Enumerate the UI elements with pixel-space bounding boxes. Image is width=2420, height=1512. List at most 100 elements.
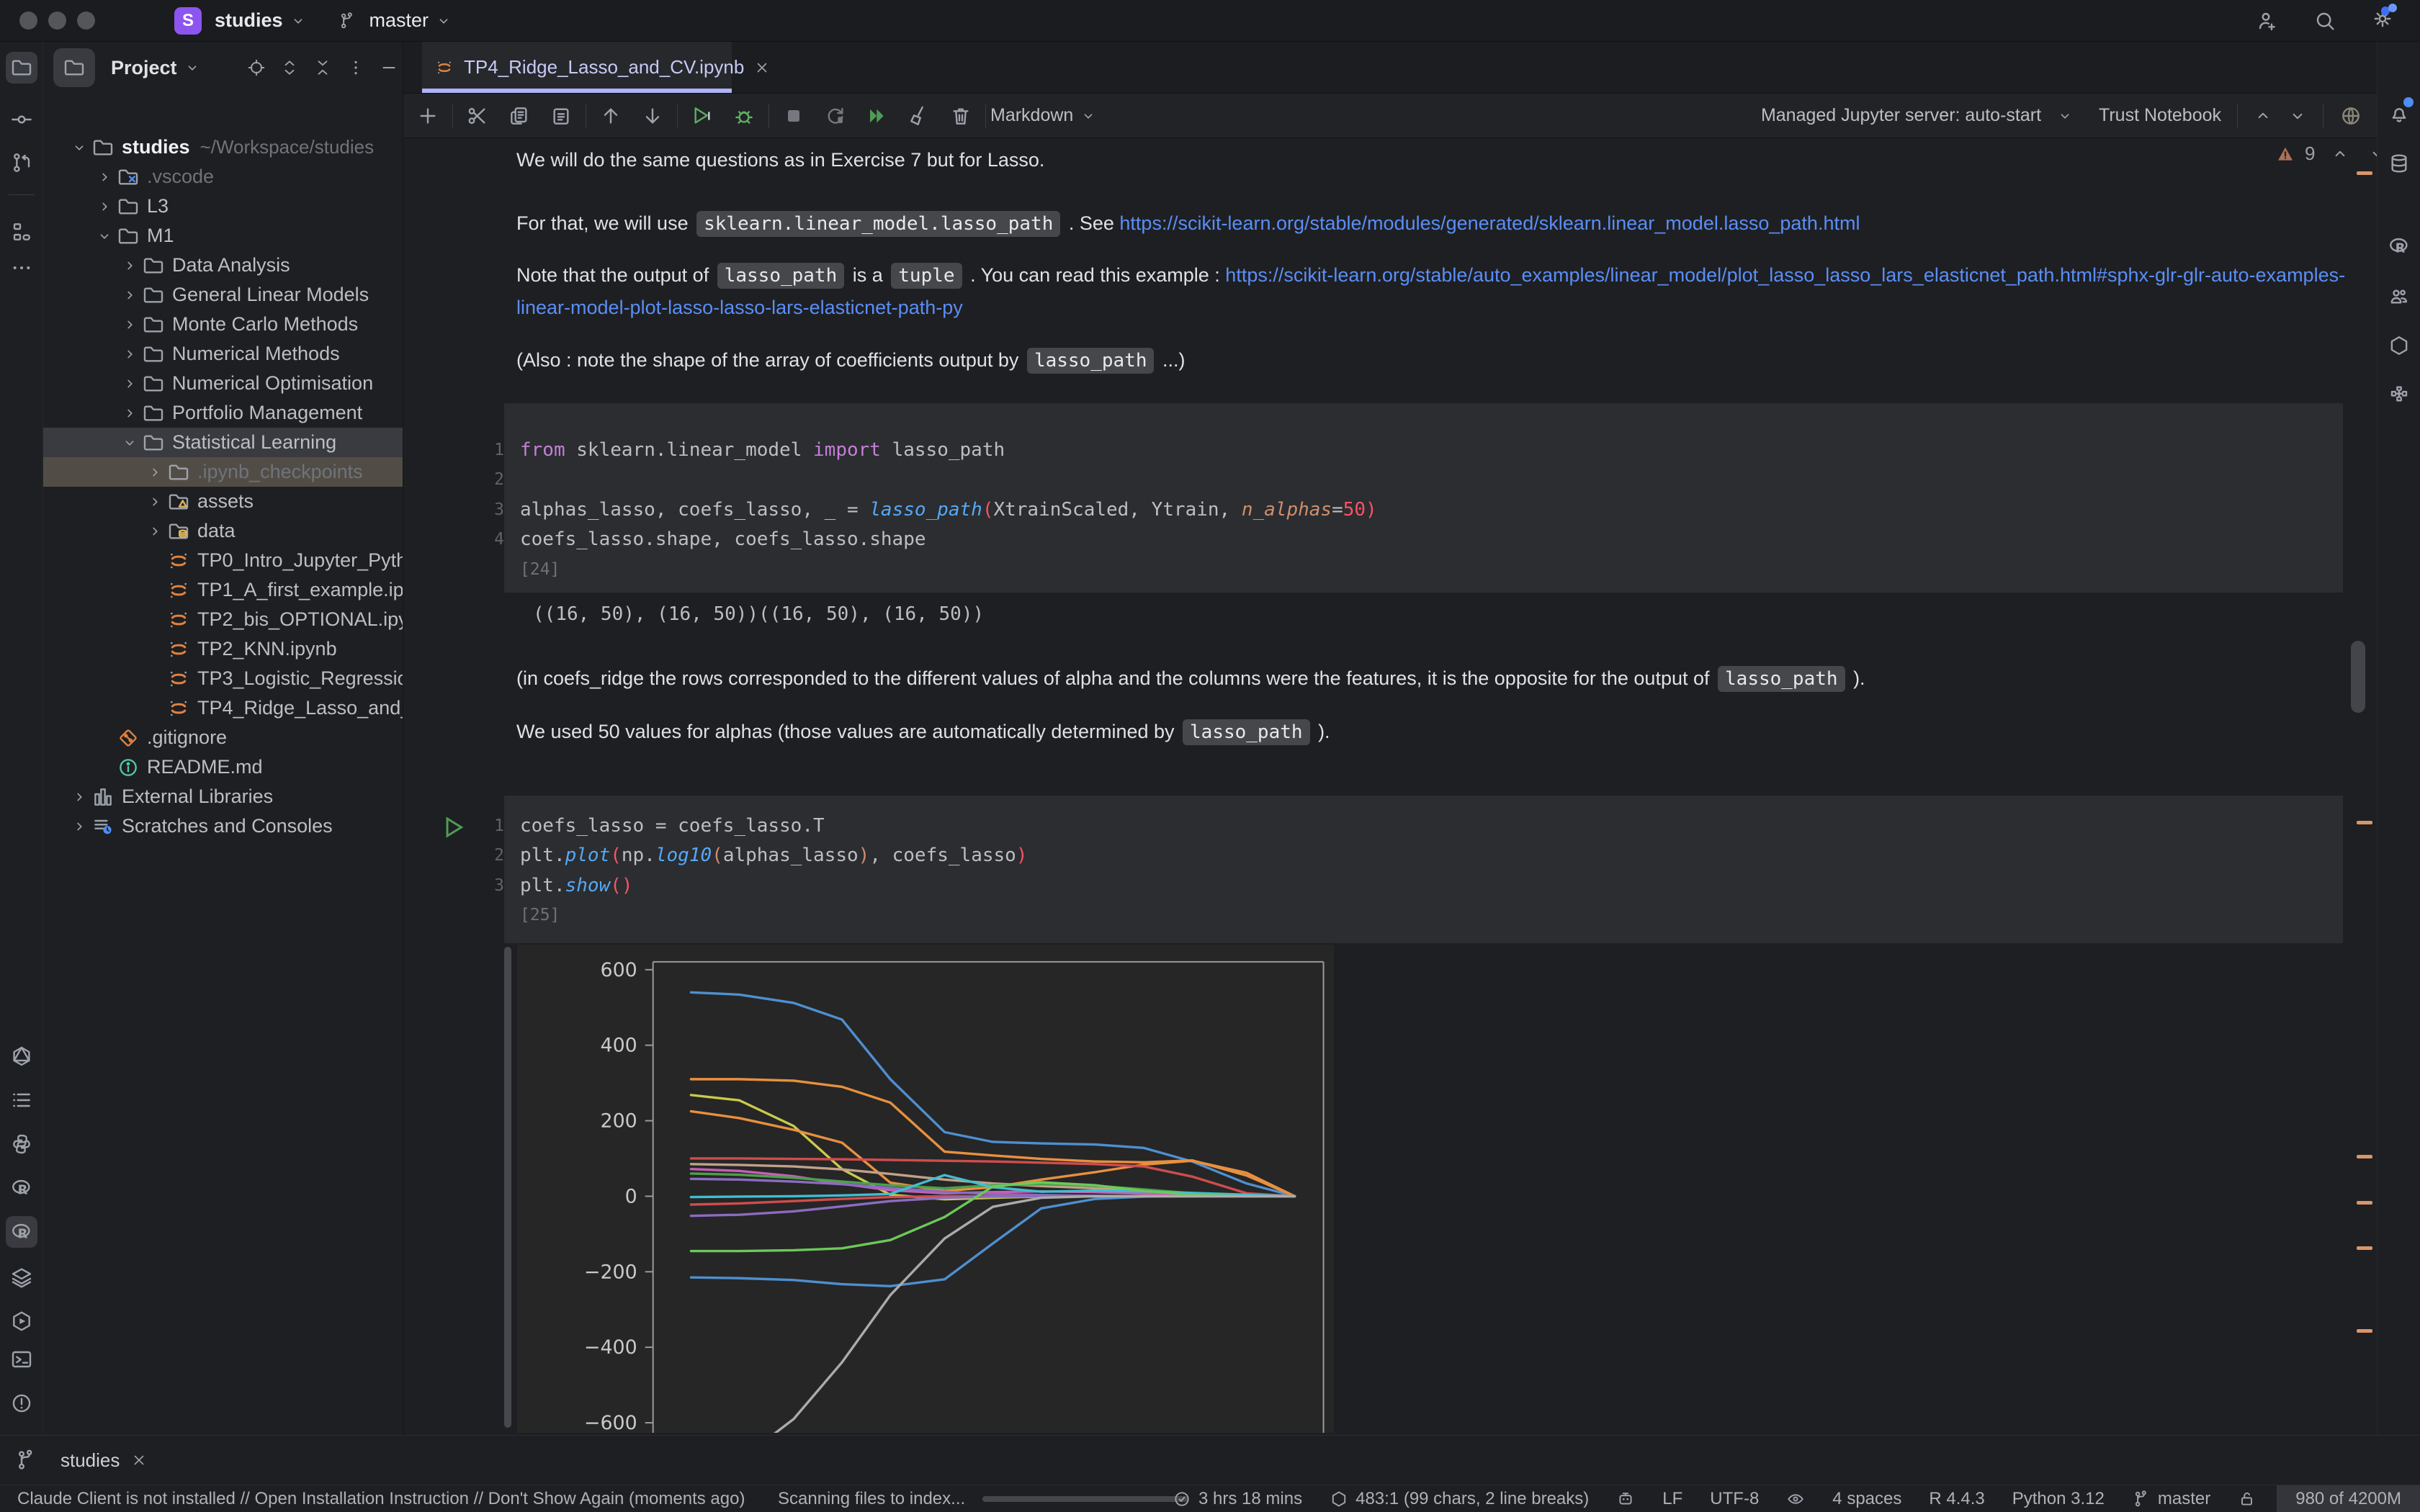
collapse-all-button[interactable]	[313, 58, 332, 77]
tree-item-tp0-intro-jupyter-python-ip[interactable]: TP0_Intro_Jupyter_Python.ip	[43, 546, 403, 575]
status-r-4-4-3[interactable]: R 4.4.3	[1929, 1489, 1984, 1509]
tool-terminal-button[interactable]	[6, 1344, 37, 1375]
debug-cell-button[interactable]	[732, 104, 756, 127]
tree-item-tp1-a-first-example-ipynb[interactable]: TP1_A_first_example.ipynb	[43, 575, 403, 605]
status-483-1-99-chars-2-line-breaks[interactable]: 483:1 (99 chars, 2 line breaks)	[1330, 1489, 1589, 1509]
chevron-right-icon[interactable]	[67, 789, 91, 805]
tool-database-button[interactable]	[2383, 148, 2415, 179]
add-cell-button[interactable]	[416, 104, 439, 127]
delete-cell-button[interactable]	[949, 104, 972, 127]
chevron-right-icon[interactable]	[117, 346, 142, 362]
window-zoom-button[interactable]	[77, 12, 95, 30]
tree-item-vscode[interactable]: .vscode	[43, 162, 403, 192]
tool-todo-button[interactable]	[6, 1084, 37, 1116]
tree-item-m1[interactable]: M1	[43, 221, 403, 251]
chevron-right-icon[interactable]	[143, 523, 167, 539]
cell-type-dropdown[interactable]: Markdown	[990, 105, 1096, 126]
tool-dependencies-button[interactable]	[2383, 379, 2415, 411]
chevron-right-icon[interactable]	[92, 199, 117, 215]
editor-scrollbar-thumb[interactable]	[2351, 641, 2365, 713]
tree-item-portfolio-management[interactable]: Portfolio Management	[43, 398, 403, 428]
warning-stripe-mark[interactable]	[2357, 1246, 2372, 1250]
status-3-hrs-18-mins[interactable]: 3 hrs 18 mins	[1173, 1489, 1302, 1509]
run-cell-gutter-icon[interactable]	[441, 814, 467, 840]
tree-item-scratches-and-consoles[interactable]: Scratches and Consoles	[43, 811, 403, 841]
warning-stripe-mark[interactable]	[2357, 1155, 2372, 1158]
tool-pull-requests-button[interactable]	[6, 147, 37, 179]
project-switcher[interactable]: studies	[215, 9, 283, 32]
tree-item-ipynb-checkpoints[interactable]: .ipynb_checkpoints	[43, 457, 403, 487]
chevron-down-icon[interactable]	[117, 435, 142, 451]
next-cell-button[interactable]	[2288, 107, 2307, 125]
tool-window-tab-studies[interactable]: studies	[60, 1449, 147, 1472]
git-branch-icon[interactable]	[14, 1449, 37, 1472]
notebook-editor[interactable]: We will do the same questions as in Exer…	[403, 138, 2377, 1435]
tree-item-gitignore[interactable]: .gitignore	[43, 723, 403, 752]
status-message[interactable]: Claude Client is not installed // Open I…	[17, 1485, 745, 1512]
tool-r-packages-button[interactable]: R	[6, 1216, 37, 1248]
restart-kernel-button[interactable]	[824, 104, 847, 127]
stop-kernel-button[interactable]	[782, 104, 805, 127]
tool-structure-button[interactable]	[6, 216, 37, 248]
tool-r-tools-button[interactable]: R	[2383, 230, 2415, 262]
chevron-right-icon[interactable]	[92, 169, 117, 185]
prev-problem-button[interactable]	[2331, 145, 2349, 163]
globe-icon[interactable]	[2339, 104, 2362, 127]
tree-item-monte-carlo-methods[interactable]: Monte Carlo Methods	[43, 310, 403, 339]
tool-services-button[interactable]	[6, 1305, 37, 1337]
hyperlink[interactable]: https://scikit-learn.org/stable/modules/…	[1119, 212, 1860, 234]
chevron-right-icon[interactable]	[143, 494, 167, 510]
close-icon[interactable]	[131, 1452, 147, 1468]
chevron-down-icon[interactable]	[92, 228, 117, 244]
tree-item-data-analysis[interactable]: Data Analysis	[43, 251, 403, 280]
chevron-down-icon[interactable]	[67, 140, 91, 156]
status-4-spaces[interactable]: 4 spaces	[1832, 1489, 1901, 1509]
tree-item-data[interactable]: data	[43, 516, 403, 546]
locate-file-button[interactable]	[247, 58, 266, 77]
status-master[interactable]: master	[2132, 1489, 2210, 1509]
tree-item-assets[interactable]: assets	[43, 487, 403, 516]
window-close-button[interactable]	[19, 12, 37, 30]
tree-item-statistical-learning[interactable]: Statistical Learning	[43, 428, 403, 457]
status-980-of-4200m[interactable]: 980 of 4200M	[2277, 1485, 2420, 1512]
paste-cell-button[interactable]	[550, 104, 573, 127]
warning-stripe-mark[interactable]	[2357, 1329, 2372, 1333]
tree-item-numerical-methods[interactable]: Numerical Methods	[43, 339, 403, 369]
chevron-right-icon[interactable]	[117, 405, 142, 421]
add-user-button[interactable]	[2256, 9, 2279, 32]
run-all-button[interactable]	[866, 104, 889, 127]
status-python-3-12[interactable]: Python 3.12	[2012, 1489, 2105, 1509]
tool-layers-button[interactable]	[6, 1261, 37, 1293]
hide-panel-button[interactable]	[380, 58, 398, 77]
tool-graphql-button[interactable]	[6, 1040, 37, 1072]
settings-button[interactable]	[2371, 7, 2394, 34]
chevron-right-icon[interactable]	[117, 376, 142, 392]
tree-item-studies[interactable]: studies~/Workspace/studies	[43, 132, 403, 162]
tree-item-tp3-logistic-regression-an[interactable]: TP3_Logistic_Regression_an	[43, 664, 403, 693]
cut-cell-button[interactable]	[466, 104, 489, 127]
window-minimize-button[interactable]	[48, 12, 66, 30]
warning-stripe-mark[interactable]	[2357, 1201, 2372, 1205]
move-cell-down-button[interactable]	[641, 104, 664, 127]
search-button[interactable]	[2313, 9, 2336, 32]
status-unlock[interactable]	[2238, 1490, 2257, 1508]
tree-item-external-libraries[interactable]: External Libraries	[43, 782, 403, 811]
tool-ai-assistant-button[interactable]	[2383, 281, 2415, 312]
expand-all-button[interactable]	[280, 58, 299, 77]
inspections-widget[interactable]: 9	[2276, 143, 2377, 165]
warning-stripe-mark[interactable]	[2357, 821, 2372, 824]
tool-notifications-button[interactable]	[2383, 97, 2415, 129]
tree-item-readme-md[interactable]: README.md	[43, 752, 403, 782]
tool-commit-button[interactable]	[6, 104, 37, 135]
clear-outputs-button[interactable]	[908, 104, 931, 127]
tree-item-l3[interactable]: L3	[43, 192, 403, 221]
trust-notebook-button[interactable]: Trust Notebook	[2099, 105, 2221, 126]
status-robot[interactable]	[1616, 1490, 1635, 1508]
chevron-right-icon[interactable]	[143, 464, 167, 480]
tab-notebook[interactable]: TP4_Ridge_Lasso_and_CV.ipynb	[422, 42, 732, 93]
tool-more-button[interactable]	[6, 252, 37, 284]
status-lf[interactable]: LF	[1662, 1489, 1682, 1509]
copy-cell-button[interactable]	[508, 104, 531, 127]
prev-cell-button[interactable]	[2254, 107, 2272, 125]
chevron-right-icon[interactable]	[117, 317, 142, 333]
